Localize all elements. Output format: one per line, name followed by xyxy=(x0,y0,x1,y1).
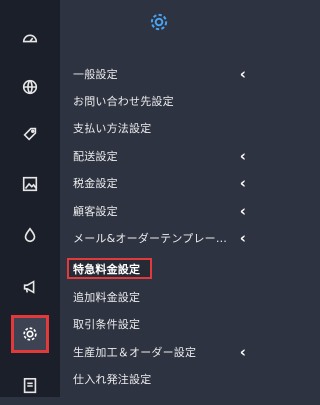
icon-rail xyxy=(0,0,60,397)
menu-item-customer[interactable]: 顧客設定 ‹ xyxy=(73,200,249,222)
menu-item-label: 一般設定 xyxy=(73,68,118,81)
menu-item-label: 配送設定 xyxy=(73,150,118,163)
menu-item-label: 税金設定 xyxy=(73,177,118,190)
menu-item-payment[interactable]: 支払い方法設定 xyxy=(73,117,249,139)
menu-header xyxy=(60,8,257,36)
menu-item-contact[interactable]: お問い合わせ先設定 xyxy=(73,90,249,112)
chevron-left-icon: ‹ xyxy=(239,342,247,361)
chevron-left-icon: ‹ xyxy=(239,201,247,220)
gear-icon xyxy=(150,13,167,31)
menu-item-label: メール&オーダーテンプレー… xyxy=(73,232,228,245)
menu-item-label: お問い合わせ先設定 xyxy=(73,95,174,108)
menu-item-express-fee[interactable]: 特急料金設定 xyxy=(67,258,152,279)
menu-item-production-order[interactable]: 生産加工＆オーダー設定 ‹ xyxy=(73,341,249,363)
gear-icon[interactable] xyxy=(11,315,49,353)
drop-icon[interactable] xyxy=(11,216,49,254)
image-icon[interactable] xyxy=(11,165,49,203)
menu-item-label: 特急料金設定 xyxy=(73,262,141,276)
menu-item-additional-fee[interactable]: 追加料金設定 xyxy=(73,286,249,308)
tag-icon[interactable] xyxy=(11,115,49,153)
app-window: 一般設定 ‹ お問い合わせ先設定 支払い方法設定 配送設定 ‹ 税金設定 ‹ 顧… xyxy=(0,0,257,397)
chevron-left-icon: ‹ xyxy=(239,228,247,247)
document-icon[interactable] xyxy=(11,367,49,405)
menu-item-label: 生産加工＆オーダー設定 xyxy=(73,346,197,359)
menu-item-label: 追加料金設定 xyxy=(73,291,141,304)
menu-item-terms[interactable]: 取引条件設定 xyxy=(73,313,249,335)
globe-icon[interactable] xyxy=(11,68,49,106)
menu-item-mail-template[interactable]: メール&オーダーテンプレー… ‹ xyxy=(73,227,249,249)
megaphone-icon[interactable] xyxy=(11,268,49,306)
chevron-left-icon: ‹ xyxy=(239,64,247,83)
menu-item-label: 支払い方法設定 xyxy=(73,122,152,135)
menu-item-general[interactable]: 一般設定 ‹ xyxy=(73,63,249,85)
chevron-left-icon: ‹ xyxy=(239,173,247,192)
dashboard-icon[interactable] xyxy=(11,19,49,57)
menu-item-shipping[interactable]: 配送設定 ‹ xyxy=(73,145,249,167)
menu-item-label: 仕入れ発注設定 xyxy=(73,373,152,386)
menu-item-purchase-order[interactable]: 仕入れ発注設定 xyxy=(73,368,249,390)
menu-item-label: 顧客設定 xyxy=(73,205,118,218)
chevron-left-icon: ‹ xyxy=(239,146,247,165)
settings-menu xyxy=(60,0,257,397)
menu-item-tax[interactable]: 税金設定 ‹ xyxy=(73,172,249,194)
menu-item-label: 取引条件設定 xyxy=(73,318,141,331)
